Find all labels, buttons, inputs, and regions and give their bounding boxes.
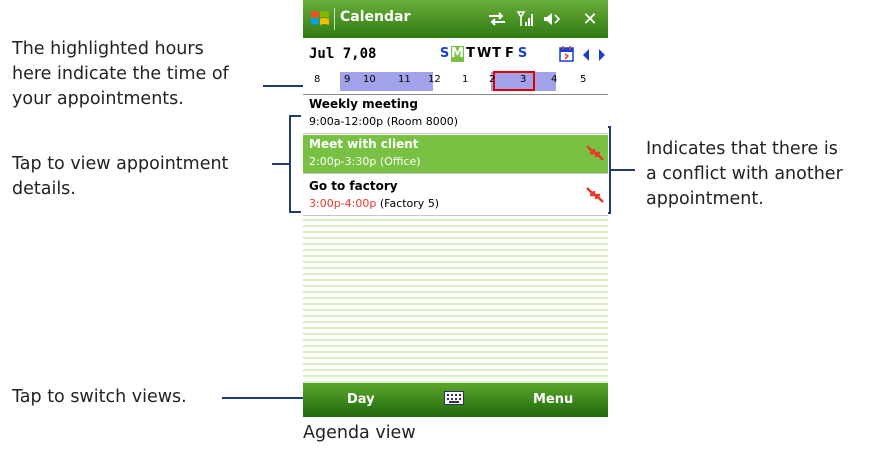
conflict-icon bbox=[586, 145, 604, 161]
softkey-bar: Day Menu bbox=[303, 383, 608, 417]
weekday-wed[interactable]: W bbox=[477, 46, 491, 62]
callout-line-details-top bbox=[289, 115, 301, 117]
volume-icon[interactable] bbox=[541, 8, 563, 30]
callout-line-conflict bbox=[611, 169, 635, 171]
hour-label: 2 bbox=[489, 74, 496, 85]
annotation-highlighted-hours: The highlighted hours here indicate the … bbox=[12, 39, 229, 109]
day-softkey[interactable]: Day bbox=[347, 392, 375, 407]
hour-label: 11 bbox=[398, 74, 411, 85]
agenda-list: Weekly meeting 9:00a-12:00p (Room 8000) … bbox=[303, 95, 608, 383]
next-week-icon[interactable] bbox=[597, 48, 607, 62]
callout-line-details-bottom bbox=[289, 211, 301, 213]
appointment-title: Go to factory bbox=[309, 179, 398, 193]
appointment-time: 9:00a-12:00p bbox=[309, 115, 384, 128]
prev-week-icon[interactable] bbox=[581, 48, 591, 62]
appointment-time: 2:00p-3:30p bbox=[309, 155, 377, 168]
callout-line-details-v bbox=[289, 115, 291, 213]
current-date[interactable]: Jul 7,08 bbox=[309, 46, 376, 62]
current-time-marker bbox=[493, 71, 535, 91]
weekday-tue[interactable]: T bbox=[464, 46, 477, 62]
hour-label: 9 bbox=[344, 74, 351, 85]
figure-caption: Agenda view bbox=[303, 423, 416, 443]
menu-softkey[interactable]: Menu bbox=[533, 392, 573, 407]
annotation-switch-views: Tap to switch views. bbox=[12, 387, 187, 407]
appointment-time-row: 9:00a-12:00p (Room 8000) bbox=[309, 115, 458, 128]
hour-label: 4 bbox=[551, 74, 558, 85]
appointment-time-row: 2:00p-3:30p (Office) bbox=[309, 155, 421, 168]
hour-label: 12 bbox=[428, 74, 441, 85]
appointment-item-selected[interactable]: Meet with client 2:00p-3:30p (Office) bbox=[303, 135, 608, 174]
conflict-icon bbox=[586, 187, 604, 203]
appointment-title: Meet with client bbox=[309, 137, 419, 151]
date-bar: Jul 7,08 S M T W T F S bbox=[303, 38, 608, 71]
phone-screen: Calendar ✕ Jul 7,08 S M T W T F S 8 9 10… bbox=[303, 0, 608, 417]
hour-label: 5 bbox=[580, 74, 587, 85]
hour-bar[interactable]: 8 9 10 11 12 1 2 3 4 5 bbox=[303, 70, 608, 95]
weekday-sun[interactable]: S bbox=[438, 46, 451, 62]
appointment-location: (Factory 5) bbox=[379, 197, 440, 210]
close-icon[interactable]: ✕ bbox=[580, 8, 600, 30]
appointment-time: 3:00p-4:00p bbox=[309, 197, 377, 210]
connectivity-icon[interactable] bbox=[486, 8, 508, 30]
windows-start-icon[interactable] bbox=[309, 8, 331, 30]
weekday-mon-selected[interactable]: M bbox=[451, 46, 464, 62]
weekday-sat[interactable]: S bbox=[516, 46, 529, 62]
callout-line-details-h bbox=[272, 163, 290, 165]
signal-icon[interactable] bbox=[515, 8, 535, 30]
appointment-item[interactable]: Weekly meeting 9:00a-12:00p (Room 8000) bbox=[303, 95, 608, 134]
hour-label: 3 bbox=[520, 74, 527, 85]
weekday-thu[interactable]: T bbox=[490, 46, 503, 62]
week-strip: S M T W T F S bbox=[438, 46, 529, 62]
weekday-fri[interactable]: F bbox=[503, 46, 516, 62]
hour-label: 1 bbox=[462, 74, 469, 85]
annotation-view-details: Tap to view appointment details. bbox=[12, 154, 229, 199]
title-separator bbox=[334, 8, 335, 30]
calendar-jump-icon[interactable] bbox=[557, 44, 577, 64]
appointment-location: (Office) bbox=[379, 155, 421, 168]
hour-label: 10 bbox=[363, 74, 376, 85]
appointment-time-row: 3:00p-4:00p (Factory 5) bbox=[309, 197, 439, 210]
appointment-location: (Room 8000) bbox=[386, 115, 459, 128]
keyboard-icon[interactable] bbox=[444, 391, 464, 405]
busy-block-morning bbox=[340, 72, 433, 91]
hour-label: 8 bbox=[314, 74, 321, 85]
annotation-conflict: Indicates that there is a conflict with … bbox=[646, 139, 843, 209]
appointment-item[interactable]: Go to factory 3:00p-4:00p (Factory 5) bbox=[303, 177, 608, 216]
window-title: Calendar bbox=[340, 9, 411, 25]
appointment-title: Weekly meeting bbox=[309, 97, 418, 111]
title-bar: Calendar ✕ bbox=[303, 0, 608, 38]
